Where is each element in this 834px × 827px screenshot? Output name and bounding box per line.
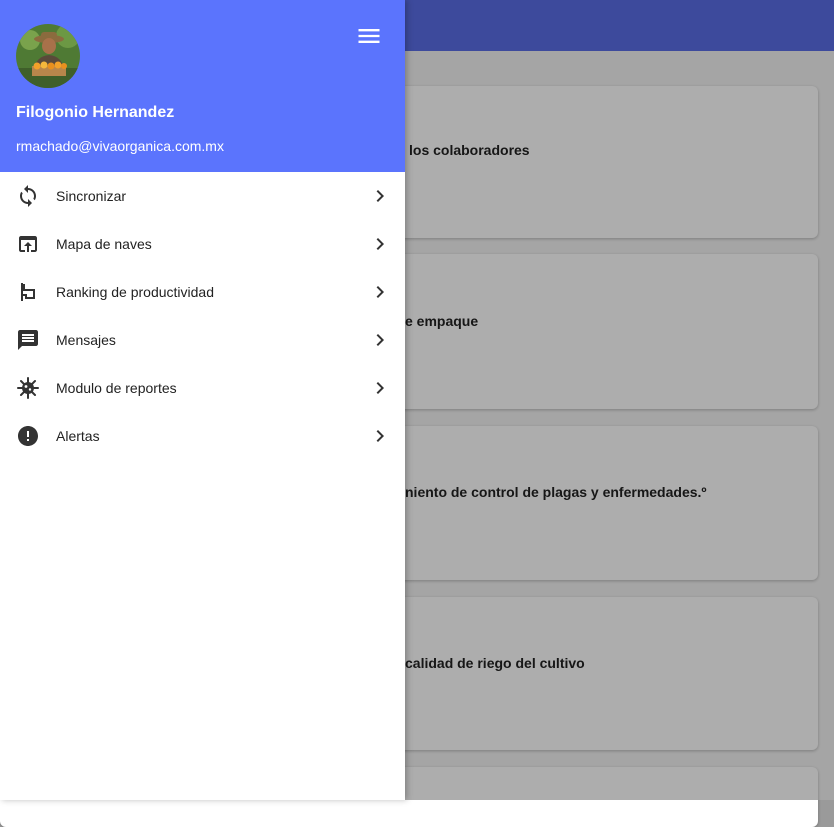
user-name: Filogonio Hernandez (16, 104, 175, 121)
menu-item-label: Sincronizar (56, 188, 127, 204)
menu-item-label: Mensajes (56, 332, 116, 348)
chevron-right-icon (368, 424, 392, 448)
menu-item-label: Mapa de naves (56, 236, 152, 252)
avatar (16, 24, 80, 88)
chevron-right-icon (368, 232, 392, 256)
menu-item-alertas[interactable]: Alertas (0, 412, 405, 460)
flag-icon (16, 280, 40, 304)
menu-item-label: Ranking de productividad (56, 284, 214, 300)
menu-item-mensajes[interactable]: Mensajes (0, 316, 405, 364)
chevron-right-icon (368, 280, 392, 304)
user-email: rmachado@vivaorganica.com.mx (16, 138, 224, 154)
menu-item-modulo-de-reportes[interactable]: Modulo de reportes (0, 364, 405, 412)
menu-item-label: Modulo de reportes (56, 380, 177, 396)
menu-item-label: Alertas (56, 428, 100, 444)
chevron-right-icon (368, 328, 392, 352)
open-in-browser-icon (16, 232, 40, 256)
navigation-drawer: Filogonio Hernandez rmachado@vivaorganic… (0, 0, 405, 800)
chevron-right-icon (368, 376, 392, 400)
virus-icon (16, 376, 40, 400)
drawer-header: Filogonio Hernandez rmachado@vivaorganic… (0, 0, 405, 172)
chevron-right-icon (368, 184, 392, 208)
sync-icon (16, 184, 40, 208)
message-icon (16, 328, 40, 352)
drawer-menu: Sincronizar Mapa de naves Ranking de pro… (0, 172, 405, 460)
menu-icon[interactable] (355, 22, 383, 50)
menu-item-mapa-de-naves[interactable]: Mapa de naves (0, 220, 405, 268)
menu-item-ranking-de-productividad[interactable]: Ranking de productividad (0, 268, 405, 316)
menu-item-sincronizar[interactable]: Sincronizar (0, 172, 405, 220)
alert-circle-icon (16, 424, 40, 448)
